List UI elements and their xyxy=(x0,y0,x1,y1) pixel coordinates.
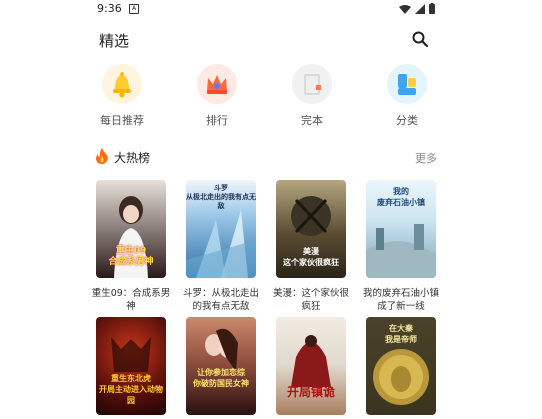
book-icon xyxy=(292,64,332,104)
book-cover: 重生09 合成系男神 xyxy=(96,180,166,278)
book-card[interactable]: 我的 废弃石油小镇 我的废弃石油小镇成了新一线 xyxy=(361,180,441,313)
battery-icon xyxy=(429,3,435,14)
category-completed[interactable]: 完本 xyxy=(277,64,347,128)
phone-screen: 9:36 A 精选 每日推荐 排行 完本 分类 大热榜 更多 重生09 合成系男… xyxy=(87,0,447,419)
book-cover: 让你参加恋综 你破防国民女神 xyxy=(186,317,256,415)
signal-icon xyxy=(415,3,425,14)
cover-title: 开局镇诡 xyxy=(286,385,335,399)
hot-list-header: 大热榜 更多 xyxy=(87,146,447,166)
book-cover: 在大秦 我是帝师 xyxy=(366,317,436,415)
cover-title: 重生09 合成系男神 xyxy=(108,246,154,267)
section-title: 大热榜 xyxy=(114,151,151,165)
category-daily-recommend[interactable]: 每日推荐 xyxy=(87,64,157,128)
book-cover: 我的 废弃石油小镇 xyxy=(366,180,436,278)
category-classification[interactable]: 分类 xyxy=(372,64,442,128)
cover-title: 美漫 这个家伙很疯狂 xyxy=(283,247,339,267)
more-link[interactable]: 更多 xyxy=(415,150,437,166)
status-time: 9:36 xyxy=(97,2,122,15)
cover-title: 我的 废弃石油小镇 xyxy=(377,187,425,207)
fire-icon xyxy=(96,148,108,164)
category-label: 分类 xyxy=(396,114,418,127)
category-label: 完本 xyxy=(301,114,323,127)
book-card[interactable]: 重生东北虎 开局主动进入动物园 xyxy=(91,317,171,419)
book-card[interactable]: 让你参加恋综 你破防国民女神 xyxy=(181,317,261,419)
book-card[interactable]: 美漫 这个家伙很疯狂 美漫：这个家伙很疯狂 xyxy=(271,180,351,313)
book-title: 重生09：合成系男神 xyxy=(91,288,171,312)
category-label: 每日推荐 xyxy=(100,114,144,127)
search-icon[interactable] xyxy=(411,30,429,48)
cover-title: 在大秦 我是帝师 xyxy=(385,324,417,344)
book-cover: 美漫 这个家伙很疯狂 xyxy=(276,180,346,278)
book-title: 我的废弃石油小镇成了新一线 xyxy=(362,288,439,312)
book-card[interactable]: 斗罗 从极北走出的我有点无敌 斗罗：从极北走出的我有点无敌 xyxy=(181,180,261,313)
grid-icon xyxy=(387,64,427,104)
category-ranking[interactable]: 排行 xyxy=(182,64,252,128)
book-cover: 斗罗 从极北走出的我有点无敌 xyxy=(186,180,256,278)
system-icons xyxy=(399,3,435,14)
book-card[interactable]: 开局镇诡 xyxy=(271,317,351,419)
bell-icon xyxy=(102,64,142,104)
notification-icon: A xyxy=(129,4,139,14)
book-cover: 开局镇诡 xyxy=(276,317,346,415)
book-title: 斗罗：从极北走出的我有点无敌 xyxy=(182,288,259,312)
wifi-icon xyxy=(399,4,411,14)
page-title: 精选 xyxy=(99,32,130,50)
crown-icon xyxy=(197,64,237,104)
book-cover: 重生东北虎 开局主动进入动物园 xyxy=(96,317,166,415)
cover-title: 让你参加恋综 你破防国民女神 xyxy=(193,368,249,388)
category-label: 排行 xyxy=(206,114,228,127)
book-card[interactable]: 重生09 合成系男神 重生09：合成系男神 xyxy=(91,180,171,313)
cover-title: 重生东北虎 开局主动进入动物园 xyxy=(99,374,163,405)
book-title: 美漫：这个家伙很疯狂 xyxy=(272,288,349,312)
category-row: 每日推荐 排行 完本 分类 xyxy=(87,64,447,130)
status-bar: 9:36 A xyxy=(87,0,447,18)
cover-title: 斗罗 从极北走出的我有点无敌 xyxy=(186,184,256,210)
book-card[interactable]: 在大秦 我是帝师 xyxy=(361,317,441,419)
app-bar: 精选 xyxy=(87,28,447,52)
